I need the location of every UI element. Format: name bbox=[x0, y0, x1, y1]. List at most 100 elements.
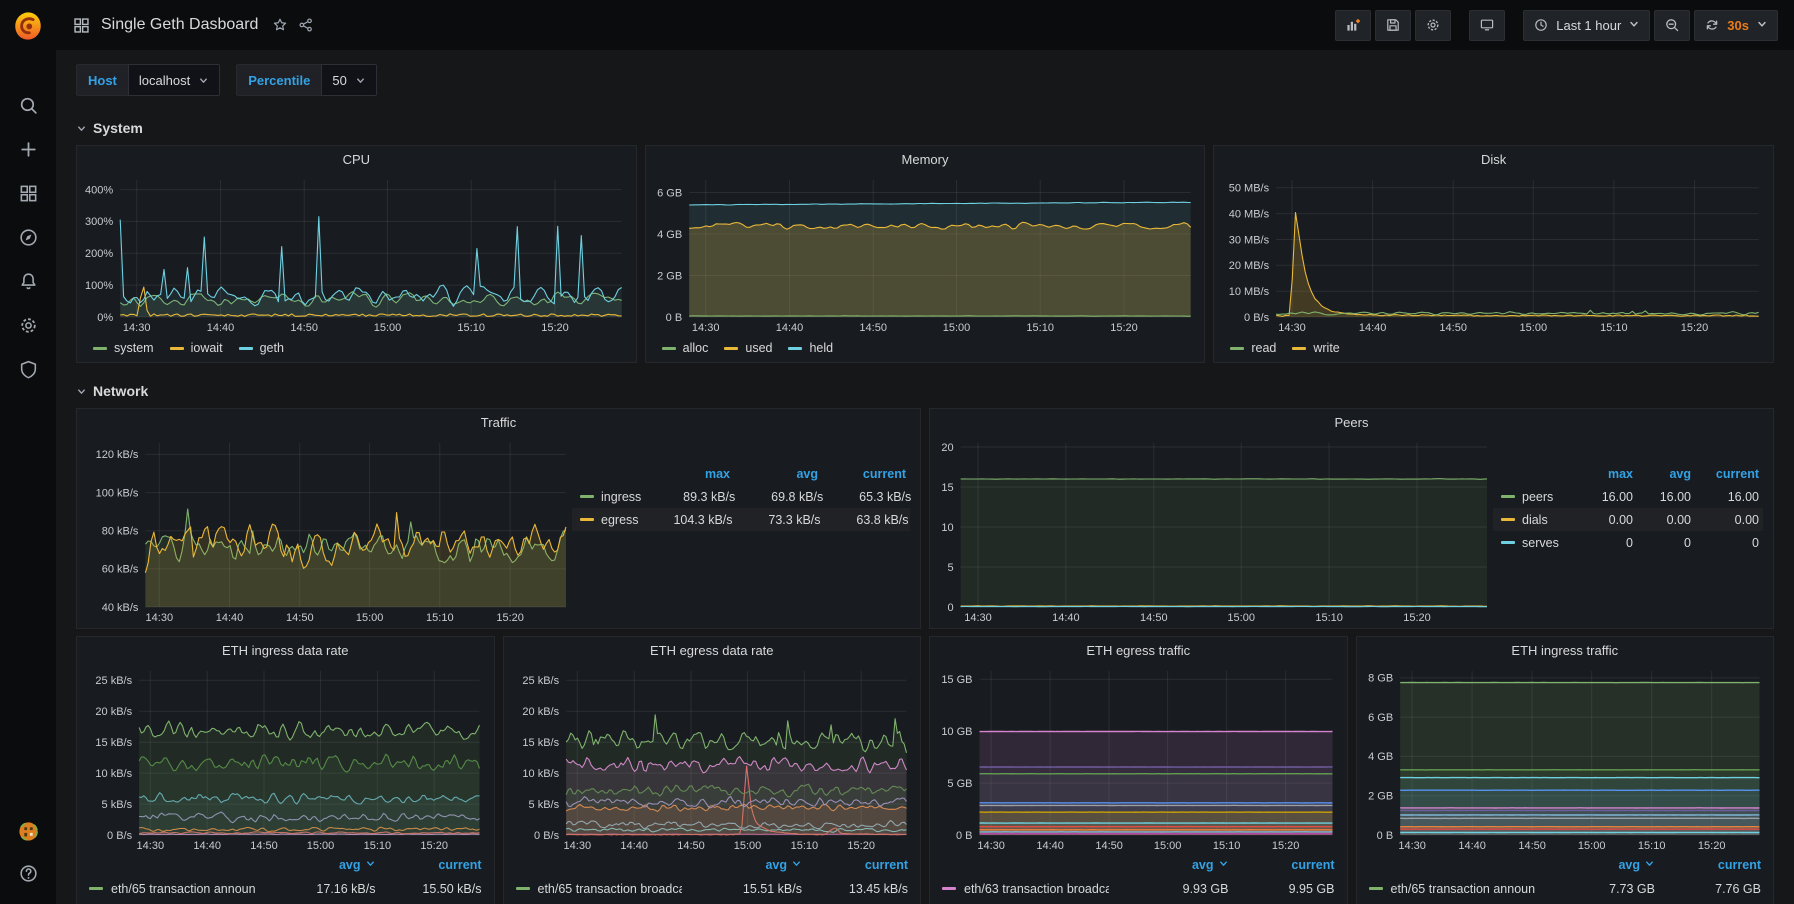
panel-title[interactable]: ETH egress data rate bbox=[504, 637, 921, 664]
svg-text:400%: 400% bbox=[85, 184, 113, 196]
svg-text:10 MB/s: 10 MB/s bbox=[1229, 286, 1270, 298]
user-avatar[interactable] bbox=[11, 816, 45, 846]
help-icon[interactable] bbox=[11, 858, 45, 888]
legend-item[interactable]: eth/63 transaction broadcast bbox=[942, 882, 1109, 896]
legend-sort-avg[interactable]: avg bbox=[1109, 858, 1229, 872]
sidebar-item-alerting[interactable] bbox=[11, 266, 45, 296]
legend-item[interactable]: egress bbox=[572, 513, 639, 527]
panel-title[interactable]: Peers bbox=[930, 409, 1773, 436]
legend-table-header: maxavgcurrent bbox=[1493, 462, 1763, 485]
legend-swatch bbox=[580, 495, 594, 498]
legend-sort-current[interactable]: current bbox=[822, 467, 910, 481]
panel-chart[interactable]: 14:3014:4014:5015:0015:1015:200 B5 GB10 … bbox=[934, 664, 1339, 854]
row-network: Traffic14:3014:4014:5015:0015:1015:2040 … bbox=[76, 408, 1774, 629]
legend-item[interactable]: eth/65 transaction broadcast bbox=[516, 882, 683, 896]
panel-chart[interactable]: 14:3014:4014:5015:0015:1015:200 B/s10 MB… bbox=[1218, 173, 1765, 336]
legend-item[interactable]: eth/65 transaction announcement bbox=[89, 882, 256, 896]
legend-sort-avg[interactable]: avg bbox=[256, 858, 376, 872]
sidebar-item-dashboards[interactable] bbox=[11, 178, 45, 208]
cycle-view-button[interactable] bbox=[1469, 10, 1505, 41]
legend-sort-current[interactable]: current bbox=[802, 858, 908, 872]
panel-chart[interactable]: 14:3014:4014:5015:0015:1015:200 B2 GB4 G… bbox=[1361, 664, 1766, 854]
legend-item[interactable]: alloc bbox=[662, 341, 709, 355]
legend-sort-current[interactable]: current bbox=[1229, 858, 1335, 872]
refresh-button[interactable]: 30s bbox=[1694, 10, 1778, 41]
panel-title[interactable]: ETH ingress traffic bbox=[1357, 637, 1774, 664]
svg-text:14:30: 14:30 bbox=[1279, 322, 1307, 334]
legend-sort-current[interactable]: current bbox=[376, 858, 482, 872]
panel-body: 14:3014:4014:5015:0015:1015:200%100%200%… bbox=[77, 173, 636, 362]
svg-text:5 GB: 5 GB bbox=[947, 778, 972, 790]
legend-swatch bbox=[662, 347, 676, 350]
legend-sort-avg[interactable]: avg bbox=[682, 858, 802, 872]
star-icon[interactable] bbox=[272, 17, 288, 33]
svg-text:15:00: 15:00 bbox=[1577, 840, 1605, 852]
sidebar-item-configuration[interactable] bbox=[11, 310, 45, 340]
legend-sort-current[interactable]: current bbox=[1655, 858, 1761, 872]
section-system[interactable]: System bbox=[76, 116, 1774, 140]
legend-sort-max[interactable]: max bbox=[636, 467, 734, 481]
panel-title[interactable]: ETH egress traffic bbox=[930, 637, 1347, 664]
panel-chart[interactable]: 14:3014:4014:5015:0015:1015:200 B/s5 kB/… bbox=[81, 664, 486, 854]
svg-text:0 B/s: 0 B/s bbox=[107, 830, 133, 842]
dashboard-settings-button[interactable] bbox=[1415, 10, 1451, 41]
add-panel-button[interactable] bbox=[1335, 10, 1371, 41]
panel-chart[interactable]: 14:3014:4014:5015:0015:1015:200 B/s5 kB/… bbox=[508, 664, 913, 854]
legend-item[interactable]: geth bbox=[239, 341, 284, 355]
dashboard-title[interactable]: Single Geth Dasboard bbox=[101, 16, 258, 34]
legend-sort-avg[interactable]: avg bbox=[1535, 858, 1655, 872]
legend-label: alloc bbox=[683, 341, 709, 355]
legend-item[interactable]: serves bbox=[1493, 536, 1569, 550]
sidebar-item-explore[interactable] bbox=[11, 222, 45, 252]
panel-chart[interactable]: 14:3014:4014:5015:0015:1015:200%100%200%… bbox=[81, 173, 628, 336]
sidebar-item-create[interactable] bbox=[11, 134, 45, 164]
panel-chart[interactable]: 14:3014:4014:5015:0015:1015:2040 kB/s60 … bbox=[81, 436, 572, 626]
section-network[interactable]: Network bbox=[76, 379, 1774, 403]
variable-select-host[interactable]: localhost bbox=[128, 64, 220, 96]
panel-chart[interactable]: 14:3014:4014:5015:0015:1015:200 B2 GB4 G… bbox=[650, 173, 1197, 336]
save-dashboard-button[interactable] bbox=[1375, 10, 1411, 41]
share-icon[interactable] bbox=[298, 17, 314, 33]
legend-item[interactable]: peers bbox=[1493, 490, 1569, 504]
svg-text:15:20: 15:20 bbox=[1403, 612, 1431, 624]
legend-sort-avg[interactable]: avg bbox=[1637, 467, 1695, 481]
svg-text:14:50: 14:50 bbox=[1095, 840, 1123, 852]
variable-select-percentile[interactable]: 50 bbox=[321, 64, 376, 96]
legend-item[interactable]: write bbox=[1292, 341, 1339, 355]
sidebar-item-server-admin[interactable] bbox=[11, 354, 45, 384]
legend-item[interactable]: ingress bbox=[572, 490, 641, 504]
panel-body: 14:3014:4014:5015:0015:1015:200 B/s5 kB/… bbox=[504, 664, 921, 904]
chevron-down-icon bbox=[76, 386, 87, 397]
legend-item[interactable]: eth/65 transaction announcement bbox=[1369, 882, 1536, 896]
legend-sort-current[interactable]: current bbox=[1695, 467, 1763, 481]
time-range-picker[interactable]: Last 1 hour bbox=[1523, 10, 1650, 41]
legend-sort-avg[interactable]: avg bbox=[734, 467, 822, 481]
panel-title[interactable]: ETH ingress data rate bbox=[77, 637, 494, 664]
svg-text:10 kB/s: 10 kB/s bbox=[522, 768, 559, 780]
panel-title[interactable]: Traffic bbox=[77, 409, 920, 436]
legend-item[interactable]: held bbox=[788, 341, 833, 355]
legend-swatch bbox=[93, 347, 107, 350]
legend-swatch bbox=[1230, 347, 1244, 350]
sidebar-item-search[interactable] bbox=[11, 90, 45, 120]
grafana-logo[interactable] bbox=[0, 0, 56, 52]
legend-item[interactable]: dials bbox=[1493, 513, 1569, 527]
svg-text:0 B: 0 B bbox=[1376, 830, 1393, 842]
legend-row: eth/65 transaction broadcast15.51 kB/s13… bbox=[516, 876, 909, 901]
panel-chart[interactable]: 14:3014:4014:5015:0015:1015:2005101520 bbox=[934, 436, 1493, 626]
legend-item[interactable]: used bbox=[724, 341, 772, 355]
legend-item[interactable]: system bbox=[93, 341, 154, 355]
panel-eth-ingress-data-rate: ETH ingress data rate14:3014:4014:5015:0… bbox=[76, 636, 495, 904]
svg-text:20 MB/s: 20 MB/s bbox=[1229, 260, 1270, 272]
svg-text:14:50: 14:50 bbox=[1440, 322, 1468, 334]
svg-text:15:00: 15:00 bbox=[733, 840, 761, 852]
legend-sort-max[interactable]: max bbox=[1569, 467, 1637, 481]
panel-title[interactable]: CPU bbox=[77, 146, 636, 173]
svg-text:40 MB/s: 40 MB/s bbox=[1229, 208, 1270, 220]
panel-title[interactable]: Disk bbox=[1214, 146, 1773, 173]
zoom-out-button[interactable] bbox=[1654, 10, 1690, 41]
legend-header-label: avg bbox=[1618, 858, 1640, 872]
legend-item[interactable]: read bbox=[1230, 341, 1276, 355]
legend-item[interactable]: iowait bbox=[170, 341, 223, 355]
panel-title[interactable]: Memory bbox=[646, 146, 1205, 173]
